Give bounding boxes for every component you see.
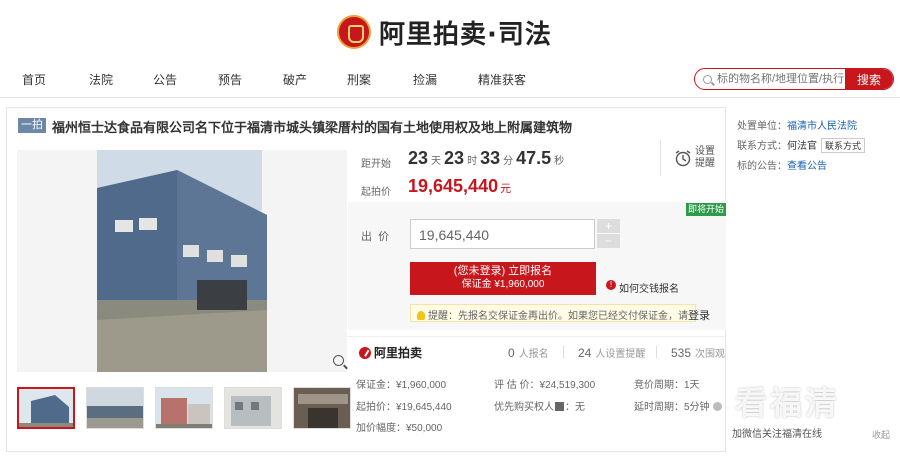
nav-bankruptcy[interactable]: 破产 <box>283 71 307 88</box>
nav-court[interactable]: 法院 <box>89 71 113 88</box>
remind-number: 24 <box>578 346 592 360</box>
login-link[interactable]: 登录 <box>688 310 710 322</box>
hours-unit: 时 <box>467 156 478 167</box>
zoom-icon[interactable] <box>333 355 344 366</box>
countdown-minutes: 33 <box>480 148 501 168</box>
start-price-value: 19,645,440 <box>408 176 499 196</box>
register-button[interactable]: (您未登录) 立即报名 保证金 ¥1,960,000 <box>410 262 596 295</box>
reminder-label: 设置 提醒 <box>695 146 715 169</box>
remind-label: 人设置提醒 <box>595 349 646 360</box>
view-label: 次围观 <box>695 349 726 360</box>
contact-name: 何法官 <box>787 141 817 152</box>
countdown-timer: 23 天 23 时 33 分 47.5 秒 <box>408 148 567 169</box>
status-badge: 即将开始 <box>686 203 726 216</box>
question-icon[interactable] <box>712 402 722 411</box>
main-photo[interactable] <box>17 150 347 372</box>
thumbnail-strip <box>17 387 351 431</box>
countdown-label: 距开始 <box>361 159 391 170</box>
contact-label: 联系方式： <box>737 141 787 152</box>
info-icon: ! <box>606 280 616 290</box>
remind-count: 24 人设置提醒 <box>578 345 645 360</box>
set-reminder[interactable]: 设置 提醒 <box>674 146 715 170</box>
search-button[interactable]: 搜索 <box>845 69 893 89</box>
countdown-hours: 23 <box>444 148 465 168</box>
view-count: 535 次围观 <box>671 345 725 360</box>
brand-text: 阿里拍卖 <box>374 346 423 360</box>
priority-label: 优先购买权人 <box>494 402 554 413</box>
court-info: 处置单位：福清市人民法院 <box>737 117 857 132</box>
thumbnail-1[interactable] <box>17 387 75 429</box>
start-price: 19,645,440 元 <box>408 176 511 197</box>
bid-label: 出 价 <box>361 231 390 243</box>
court-emblem-icon <box>337 15 371 49</box>
logo-text: 阿里拍卖·司法 <box>379 19 552 50</box>
start-price-label: 起拍价 <box>361 187 391 198</box>
watermark-caption: 加微信关注福清在线 <box>728 423 826 442</box>
minutes-unit: 分 <box>503 156 514 167</box>
notice-info: 标的公告：查看公告 <box>737 157 827 172</box>
tip-text: 提醒：先报名交保证金再出价。如果您已经交付保证金，请 <box>428 311 688 322</box>
search-input[interactable] <box>717 73 847 85</box>
thumbnail-4[interactable] <box>224 387 282 429</box>
site-logo[interactable]: 阿里拍卖·司法 <box>337 10 552 54</box>
deposit-info: 保证金：¥1,960,000 <box>356 380 447 391</box>
brand-logo: 阿里拍卖 <box>359 344 422 361</box>
bulb-icon <box>417 311 425 320</box>
increment-info: 加价幅度：¥50,000 <box>356 423 443 434</box>
stat-divider <box>563 346 564 358</box>
nav-home[interactable]: 首页 <box>22 71 46 88</box>
appraisal-info: 评 估 价：¥24,519,300 <box>494 380 596 391</box>
bid-amount-input[interactable]: 19,645,440 <box>410 219 595 249</box>
cycle-info: 竞价周期：1天 <box>634 380 700 391</box>
watermark-logo: 看福清 <box>735 385 841 421</box>
signup-count: 0 人报名 <box>508 345 549 360</box>
thumbnail-3[interactable] <box>155 387 213 429</box>
days-unit: 天 <box>431 156 442 167</box>
warehouse-photo <box>97 150 267 372</box>
auction-brand-icon <box>359 346 371 359</box>
decrease-bid-button[interactable]: − <box>597 234 620 248</box>
remind-divider <box>660 140 661 176</box>
countdown-seconds: 47.5 <box>516 148 552 168</box>
nav-preview[interactable]: 预告 <box>218 71 242 88</box>
nav-customer[interactable]: 精准获客 <box>478 71 526 88</box>
header-divider <box>0 97 900 98</box>
contact-button[interactable]: 联系方式 <box>821 138 866 153</box>
priority-value: ：无 <box>565 402 585 413</box>
increase-bid-button[interactable]: + <box>597 219 620 233</box>
search-icon <box>703 74 712 84</box>
seconds-unit: 秒 <box>554 156 565 167</box>
start-price-unit: 元 <box>500 183 512 195</box>
nav-criminal[interactable]: 刑案 <box>347 71 371 88</box>
nav-bargain[interactable]: 捡漏 <box>413 71 437 88</box>
start-price-info: 起拍价：¥19,645,440 <box>356 402 452 413</box>
view-number: 535 <box>671 346 692 360</box>
thumbnail-2[interactable] <box>86 387 144 429</box>
stat-divider <box>656 346 657 358</box>
register-deposit: 保证金 ¥1,960,000 <box>461 279 545 290</box>
court-link[interactable]: 福清市人民法院 <box>787 121 857 132</box>
thumbnail-5[interactable] <box>293 387 351 429</box>
signup-number: 0 <box>508 346 515 360</box>
collapse-link[interactable]: 收起 <box>872 428 890 441</box>
login-tip: 提醒：先报名交保证金再出价。如果您已经交付保证金，请登录 <box>410 304 710 322</box>
delay-info: 延时周期：5分钟 <box>634 398 722 413</box>
priority-info: 优先购买权人 ：无 <box>494 398 585 413</box>
contact-button-label: 联系方式 <box>825 141 862 151</box>
notice-link[interactable]: 查看公告 <box>787 161 827 172</box>
signup-label: 人报名 <box>518 349 549 360</box>
lot-title: 福州恒士达食品有限公司名下位于福清市城头镇梁厝村的国有土地使用权及地上附属建筑物 <box>52 120 573 135</box>
countdown-days: 23 <box>408 148 429 168</box>
alarm-clock-icon <box>675 150 691 167</box>
register-line1: (您未登录) 立即报名 <box>453 265 553 277</box>
how-to-pay-link[interactable]: 如何交钱报名 <box>619 280 679 295</box>
help-icon[interactable] <box>555 402 564 411</box>
search-box: 搜索 <box>694 68 894 90</box>
delay-text: 延时周期：5分钟 <box>634 402 710 413</box>
court-label: 处置单位： <box>737 121 787 132</box>
nav-notice[interactable]: 公告 <box>153 71 177 88</box>
contact-info: 联系方式：何法官 联系方式 <box>737 137 866 153</box>
auction-round-tag: 一拍 <box>18 118 46 133</box>
notice-label: 标的公告： <box>737 161 787 172</box>
